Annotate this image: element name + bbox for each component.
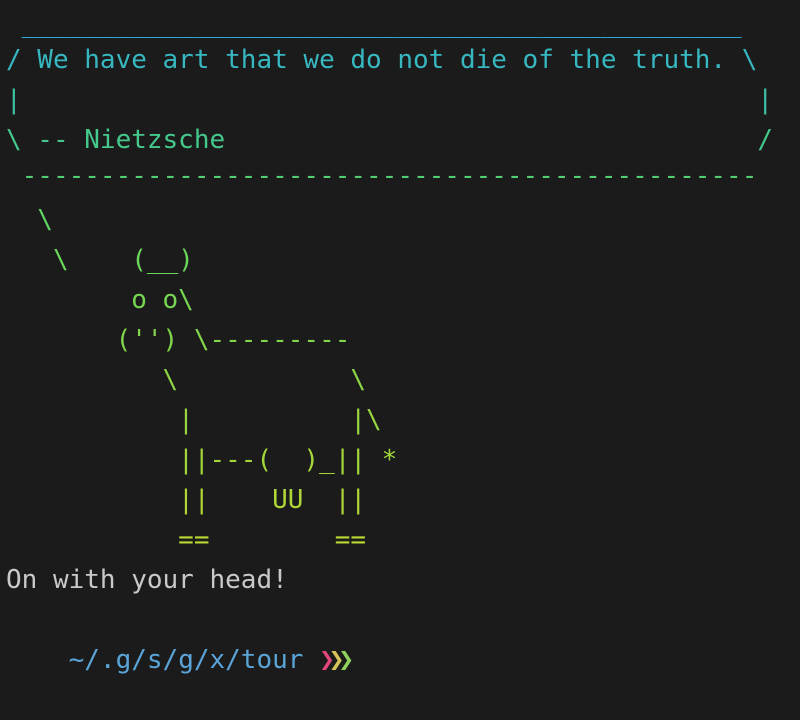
chevron-right-icon: ❯ [338,645,353,675]
quote-top-border: ________________________________________… [6,9,742,39]
quote-author-line: \ -- Nietzsche / [6,125,774,155]
chevron-right-icon: ❯ [328,645,344,675]
output-message: On with your head! [6,565,288,595]
shell-prompt[interactable]: ~/.g/s/g/x/tour ❯❯❯ [6,600,354,675]
quote-line: / We have art that we do not die of the … [6,45,758,75]
quote-bottom-border: ----------------------------------------… [6,161,758,191]
cow-art-line: || UU || [6,485,367,515]
cow-art-line: \ (__) [6,245,194,275]
cow-art-line: | |\ [6,405,382,435]
prompt-path: ~/.g/s/g/x/tour [68,645,304,675]
chevron-right-icon: ❯ [319,645,334,675]
quote-spacer-line: | | [6,85,774,115]
cow-art-line: \ \ [6,365,367,395]
cow-art-line: == == [6,525,367,555]
cow-art-line: ||---( )_|| * [6,445,398,475]
terminal-window[interactable]: ________________________________________… [0,0,800,675]
cow-art-line: ('') \--------- [6,325,351,355]
cow-art-line: o o\ [6,285,194,315]
cow-art-line: \ [6,205,53,235]
